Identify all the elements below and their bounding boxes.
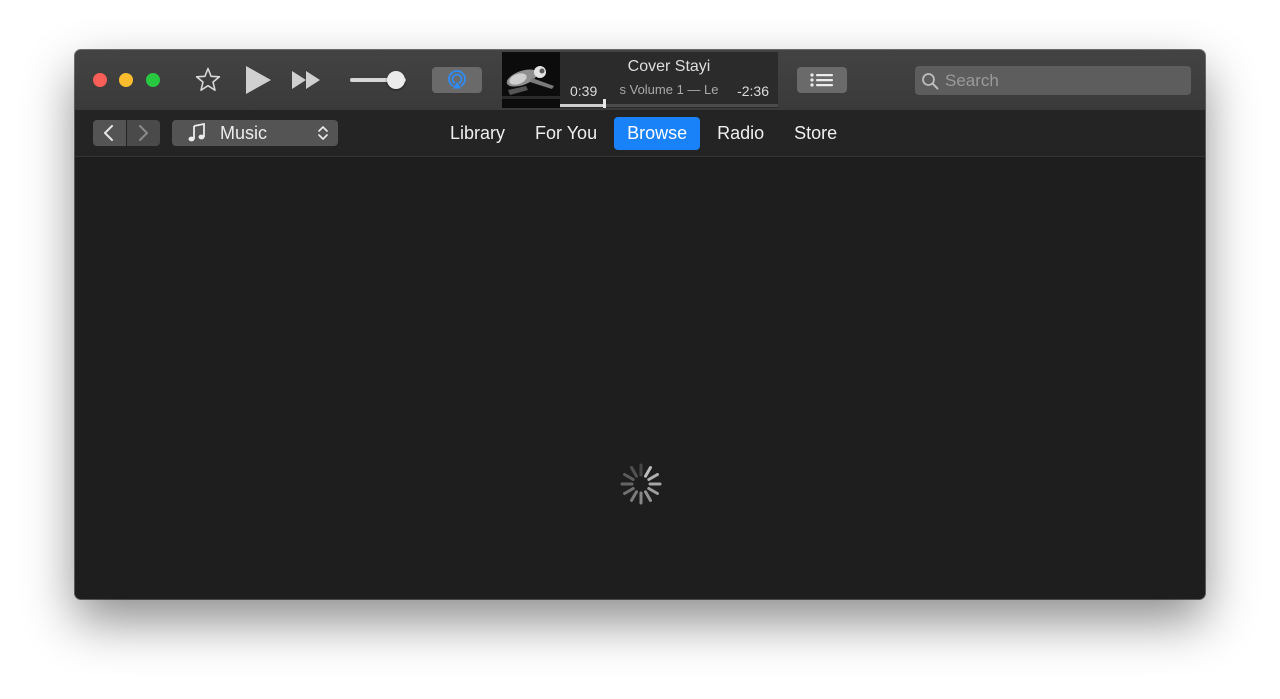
spinner-spoke: [623, 473, 635, 481]
star-icon[interactable]: [194, 66, 222, 94]
section-tabs: Library For You Browse Radio Store: [435, 117, 852, 150]
chevron-left-icon: [104, 125, 113, 141]
chevron-right-icon: [139, 125, 148, 141]
spinner-spoke: [630, 466, 638, 478]
album-artwork[interactable]: [502, 52, 560, 108]
playback-progress-bar[interactable]: [560, 99, 778, 108]
tab-library[interactable]: Library: [437, 117, 518, 150]
playback-progress-handle[interactable]: [602, 99, 606, 108]
track-title: Cover Stayi: [627, 58, 711, 75]
music-note-icon: [188, 123, 205, 142]
spinner-spoke: [644, 490, 652, 502]
browse-content-area: [75, 157, 1205, 599]
tab-store[interactable]: Store: [781, 117, 850, 150]
search-input[interactable]: [945, 66, 1181, 95]
play-icon[interactable]: [243, 65, 273, 95]
spinner-icon: [620, 463, 662, 505]
playback-progress-fill: [560, 104, 604, 107]
elapsed-time[interactable]: 0:39: [570, 83, 600, 99]
now-playing-display: Cover Stayi s Volume 1 — Le 0:39 -2:36: [502, 52, 778, 108]
spinner-spoke: [630, 490, 638, 502]
media-kind-picker[interactable]: Music: [172, 120, 338, 146]
airplay-button[interactable]: [432, 67, 482, 93]
up-next-button[interactable]: [797, 67, 847, 93]
tab-for-you[interactable]: For You: [522, 117, 610, 150]
spinner-spoke: [647, 487, 659, 495]
titlebar: Cover Stayi s Volume 1 — Le 0:39 -2:36: [75, 50, 1205, 110]
navigation-bar: Music Library For You Browse Radio Store: [75, 110, 1205, 157]
close-window-button[interactable]: [93, 73, 107, 87]
search-field[interactable]: [915, 66, 1191, 95]
media-kind-label: Music: [220, 123, 268, 143]
search-icon: [922, 73, 939, 90]
fast-forward-icon[interactable]: [291, 70, 323, 90]
remaining-time[interactable]: -2:36: [733, 83, 769, 99]
updown-chevron-icon: [318, 126, 328, 140]
spinner-spoke: [647, 473, 659, 481]
volume-slider-knob[interactable]: [387, 71, 406, 89]
minimize-window-button[interactable]: [119, 73, 133, 87]
itunes-window: Cover Stayi s Volume 1 — Le 0:39 -2:36 S…: [75, 50, 1205, 599]
spinner-spoke: [623, 487, 635, 495]
tab-radio[interactable]: Radio: [704, 117, 777, 150]
zoom-window-button[interactable]: [146, 73, 160, 87]
tab-browse[interactable]: Browse: [614, 117, 701, 150]
list-icon: [810, 73, 833, 87]
forward-button[interactable]: [127, 120, 160, 146]
back-button[interactable]: [93, 120, 126, 146]
spinner-spoke: [644, 466, 652, 478]
airplay-icon: [448, 70, 466, 90]
